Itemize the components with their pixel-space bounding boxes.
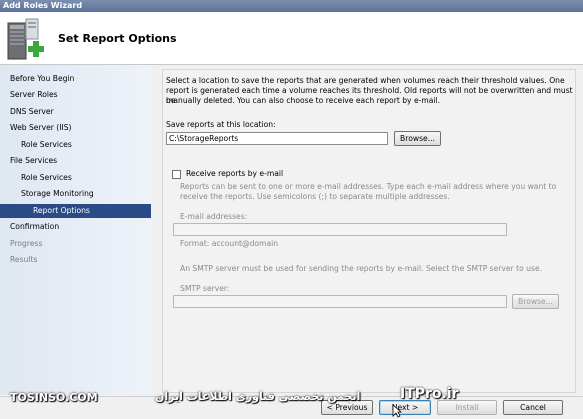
- mouse-cursor-icon: [392, 404, 402, 418]
- nav-item-label: DNS Server: [10, 107, 54, 116]
- smtp-desc-text: An SMTP server must be used for sending …: [180, 264, 543, 273]
- nav-item-label: Storage Monitoring: [21, 189, 94, 198]
- title-bar[interactable]: Add Roles Wizard: [0, 0, 583, 12]
- nav-item-label: Role Services: [21, 140, 72, 149]
- nav-item-storage-monitoring[interactable]: Storage Monitoring: [0, 187, 151, 201]
- nav-item-file-services[interactable]: File Services: [0, 154, 151, 168]
- email-format-hint: Format: account@domain: [180, 239, 279, 248]
- receive-email-checkbox[interactable]: [172, 170, 181, 179]
- email-desc-line-2: receive the reports. Use semicolons (;) …: [180, 192, 450, 201]
- nav-item-label: File Services: [10, 156, 58, 165]
- email-desc-line-1: Reports can be sent to one or more e-mai…: [180, 182, 557, 191]
- nav-item-label: Progress: [10, 239, 43, 248]
- save-location-label: Save reports at this location:: [166, 120, 276, 129]
- receive-email-label[interactable]: Receive reports by e-mail: [186, 169, 283, 179]
- email-addresses-input[interactable]: [173, 223, 507, 236]
- cancel-button[interactable]: Cancel: [503, 400, 563, 415]
- nav-item-results: Results: [0, 253, 151, 267]
- server-roles-add-icon: [7, 18, 44, 60]
- nav-item-label: Before You Begin: [10, 74, 75, 83]
- report-options-panel: Select a location to save the reports th…: [162, 69, 576, 393]
- watermark-persian: انجمن تخصصی فناوری اطلاعات ایران: [155, 390, 361, 403]
- email-addresses-label: E-mail addresses:: [180, 212, 248, 221]
- smtp-server-label: SMTP server:: [180, 284, 230, 293]
- nav-item-label: Confirmation: [10, 222, 60, 231]
- nav-item-dns-server[interactable]: DNS Server: [0, 105, 151, 119]
- nav-item-confirmation[interactable]: Confirmation: [0, 220, 151, 234]
- nav-item-file-role-services[interactable]: Role Services: [0, 171, 151, 185]
- wizard-content: Select a location to save the reports th…: [155, 65, 583, 395]
- window-title: Add Roles Wizard: [3, 1, 83, 10]
- wizard-nav: Before You Begin Server Roles DNS Server…: [0, 65, 153, 395]
- nav-item-server-roles[interactable]: Server Roles: [0, 88, 151, 102]
- nav-item-label: Web Server (IIS): [10, 123, 72, 132]
- add-roles-wizard-window: Add Roles Wizard Set Report Options Befo…: [0, 0, 583, 419]
- nav-item-label: Report Options: [33, 206, 90, 215]
- nav-item-web-server-iis[interactable]: Web Server (IIS): [0, 121, 151, 135]
- install-button[interactable]: Install: [437, 400, 497, 415]
- next-button[interactable]: Next >: [379, 400, 431, 415]
- intro-text-line-3: manually deleted. You can also choose to…: [166, 96, 441, 105]
- nav-item-label: Role Services: [21, 173, 72, 182]
- smtp-server-input[interactable]: [173, 295, 507, 308]
- nav-item-report-options[interactable]: Report Options: [0, 204, 151, 218]
- intro-text-line-1: Select a location to save the reports th…: [166, 76, 565, 85]
- watermark-tosinso: TOSINSO.COM: [10, 391, 98, 404]
- nav-item-web-role-services[interactable]: Role Services: [0, 138, 151, 152]
- nav-item-label: Server Roles: [10, 90, 58, 99]
- nav-item-before-you-begin[interactable]: Before You Begin: [0, 72, 151, 86]
- nav-item-progress: Progress: [0, 237, 151, 251]
- save-location-input[interactable]: C:\StorageReports: [166, 132, 388, 145]
- wizard-header: Set Report Options: [0, 12, 583, 65]
- smtp-browse-button[interactable]: Browse...: [512, 294, 559, 309]
- page-title: Set Report Options: [58, 32, 177, 45]
- browse-button[interactable]: Browse...: [394, 131, 441, 146]
- watermark-itpro: ITPro.ir: [400, 386, 459, 402]
- nav-item-label: Results: [10, 255, 38, 264]
